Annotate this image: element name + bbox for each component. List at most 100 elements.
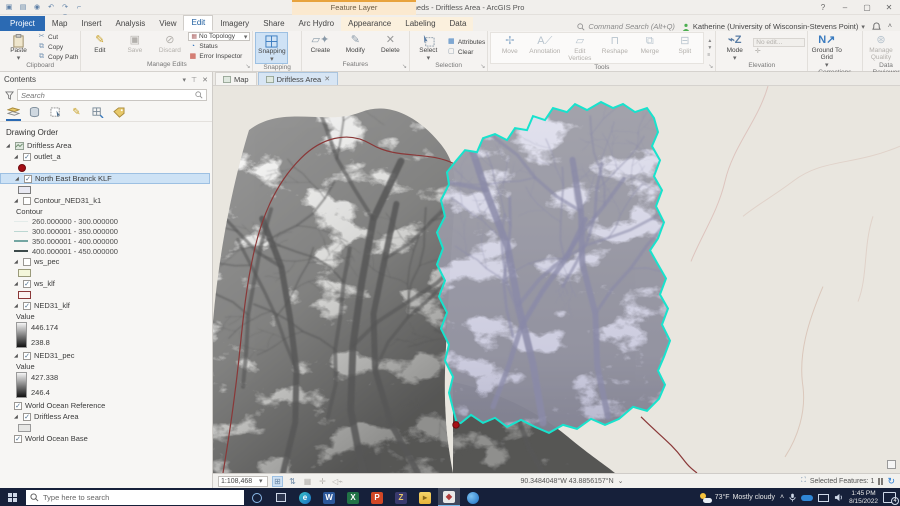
task-view-icon[interactable]	[270, 488, 292, 506]
ws-klf-symbol-row[interactable]	[0, 289, 212, 300]
map-shortcut-icon[interactable]: ◉	[32, 3, 42, 12]
snapping-button[interactable]: Snapping ▾	[255, 32, 289, 65]
scale-input[interactable]	[219, 477, 259, 485]
layer-map-group[interactable]: ◢ Driftless Area	[0, 140, 212, 151]
save-edits-button[interactable]: ▣ Save	[118, 32, 151, 61]
clear-selection-button[interactable]: ▢ Clear	[447, 48, 485, 57]
powerpoint-icon[interactable]: P	[366, 488, 388, 506]
pin-icon[interactable]: ⊤	[191, 76, 197, 84]
open-project-icon[interactable]: ▤	[18, 3, 28, 12]
expander-icon[interactable]: ◢	[14, 154, 20, 160]
split-tool-button[interactable]: ⊟ Split	[668, 33, 701, 63]
layer-contour[interactable]: ◢ Contour_NED31_k1	[0, 195, 212, 206]
layer-world-ocean-reference[interactable]: ✓ World Ocean Reference	[0, 400, 212, 411]
tab-map[interactable]: Map	[45, 17, 75, 31]
outlet-point[interactable]	[452, 421, 460, 429]
ground-to-grid-button[interactable]: N↗ Ground To Grid ▾	[810, 32, 843, 69]
contents-search[interactable]	[17, 89, 207, 101]
tab-data[interactable]: Data	[442, 17, 474, 31]
contour-class-row[interactable]: 260.000000 - 300.000000	[0, 216, 212, 226]
taskbar-weather[interactable]: 73°F Mostly cloudy	[699, 492, 775, 503]
delete-features-button[interactable]: ✕ Delete	[374, 32, 407, 61]
tab-labeling[interactable]: Labeling	[398, 17, 443, 31]
contour-class-row[interactable]: 350.000001 - 400.000000	[0, 236, 212, 246]
tab-appearance[interactable]: Appearance	[341, 17, 399, 31]
tab-imagery[interactable]: Imagery	[213, 17, 256, 31]
filter-icon[interactable]	[5, 90, 14, 100]
manage-edits-dialog-launcher-icon[interactable]: ↘	[245, 63, 250, 70]
panel-menu-icon[interactable]: ▾	[183, 76, 187, 84]
elevation-pick-button[interactable]: ✛	[753, 48, 805, 57]
collapse-ribbon-icon[interactable]: ˄	[888, 23, 892, 30]
layer-checkbox[interactable]: ✓	[14, 434, 22, 443]
expander-icon[interactable]: ◢	[15, 176, 21, 182]
expander-icon[interactable]: ◢	[14, 281, 20, 287]
edit-vertices-tool-button[interactable]: ▱ Edit Vertices	[563, 33, 596, 63]
customize-qat-icon[interactable]: ⌐	[74, 3, 84, 12]
tools-more-icon[interactable]: ≡	[707, 52, 712, 58]
snapping-toggle-icon[interactable]: ⊞	[272, 475, 283, 487]
features-dialog-launcher-icon[interactable]: ↘	[402, 63, 407, 70]
tab-analysis[interactable]: Analysis	[108, 17, 152, 31]
expander-icon[interactable]: ◢	[14, 198, 20, 204]
expander-icon[interactable]: ◢	[14, 259, 20, 265]
reshape-tool-button[interactable]: ⊓ Reshape	[598, 33, 631, 63]
contour-class-row[interactable]: 300.000001 - 350.000000	[0, 226, 212, 236]
file-explorer-icon[interactable]: ▸	[414, 488, 436, 506]
layer-ws-pec[interactable]: ◢ ws_pec	[0, 256, 212, 267]
list-by-drawing-order-tab[interactable]	[6, 106, 21, 121]
layer-ned31-klf[interactable]: ◢ ✓ NED31_klf	[0, 300, 212, 311]
taskbar-clock[interactable]: 1:45 PM 8/15/2022	[849, 490, 878, 505]
list-by-snapping-tab[interactable]	[90, 106, 105, 119]
copy-button[interactable]: ⧉ Copy	[37, 43, 78, 52]
excel-icon[interactable]: X	[342, 488, 364, 506]
overview-inset-icon[interactable]	[887, 460, 896, 469]
tab-arc-hydro[interactable]: Arc Hydro	[292, 17, 342, 31]
app-icon-globe[interactable]	[462, 488, 484, 506]
contents-search-input[interactable]	[21, 90, 192, 100]
refresh-map-icon[interactable]: ↻	[887, 476, 895, 487]
view-tab-driftless-area[interactable]: Driftless Area ✕	[257, 72, 339, 85]
status-button[interactable]: ◔ Status	[188, 42, 250, 51]
sync-extent-icon[interactable]: ⇅	[287, 476, 298, 487]
pause-drawing-icon[interactable]	[878, 477, 884, 485]
action-center-icon[interactable]: 4	[883, 492, 899, 505]
help-button[interactable]: ?	[812, 0, 834, 15]
create-features-button[interactable]: ▱✦ Create	[304, 32, 337, 61]
layer-ws-klf[interactable]: ◢ ✓ ws_klf	[0, 278, 212, 289]
tab-edit[interactable]: Edit	[183, 15, 214, 31]
manage-quality-button[interactable]: ⊛ Manage Quality	[865, 32, 898, 62]
outlet-symbol-row[interactable]	[0, 162, 212, 173]
save-project-icon[interactable]: ▣	[4, 3, 14, 12]
taskbar-search[interactable]: Type here to search	[26, 490, 244, 505]
expander-icon[interactable]: ◢	[14, 414, 20, 420]
expander-icon[interactable]: ◢	[14, 303, 20, 309]
expander-icon[interactable]: ◢	[14, 353, 20, 359]
layer-north-east-branck[interactable]: ◢ ✓ North East Branck KLF	[0, 173, 210, 184]
discard-edits-button[interactable]: ⊘ Discard	[153, 32, 186, 61]
expander-icon[interactable]: ◢	[6, 143, 12, 149]
tab-share[interactable]: Share	[256, 17, 291, 31]
map-canvas[interactable]	[213, 86, 900, 473]
layer-checkbox[interactable]	[23, 196, 31, 205]
list-by-selection-tab[interactable]	[48, 106, 63, 119]
tab-project[interactable]: Project	[0, 16, 45, 31]
copy-path-button[interactable]: ⧉ Copy Path	[37, 53, 78, 62]
selection-dialog-launcher-icon[interactable]: ↘	[480, 63, 485, 70]
panel-close-icon[interactable]: ✕	[202, 76, 208, 84]
tab-insert[interactable]: Insert	[74, 17, 108, 31]
layer-ned31-pec[interactable]: ◢ ✓ NED31_pec	[0, 350, 212, 361]
add-bookmark-icon[interactable]: ✛	[317, 476, 328, 487]
tools-scroll-down-icon[interactable]: ▼	[707, 45, 712, 51]
paste-button[interactable]: Paste ▾	[2, 32, 35, 62]
bluetooth-device-icon[interactable]	[801, 494, 814, 501]
view-tab-map[interactable]: Map	[215, 72, 257, 85]
cortana-icon[interactable]	[246, 488, 268, 506]
merge-tool-button[interactable]: ⧉ Merge	[633, 33, 666, 63]
speaker-icon[interactable]	[834, 493, 844, 502]
maximize-button[interactable]: ▢	[856, 0, 878, 15]
redo-icon[interactable]: ↷ ▾	[60, 3, 70, 20]
topology-dropdown[interactable]: ▦ No Topology ▾	[188, 32, 251, 41]
north-east-symbol-row[interactable]	[0, 184, 212, 195]
contour-class-row[interactable]: 400.000001 - 450.000000	[0, 246, 212, 256]
